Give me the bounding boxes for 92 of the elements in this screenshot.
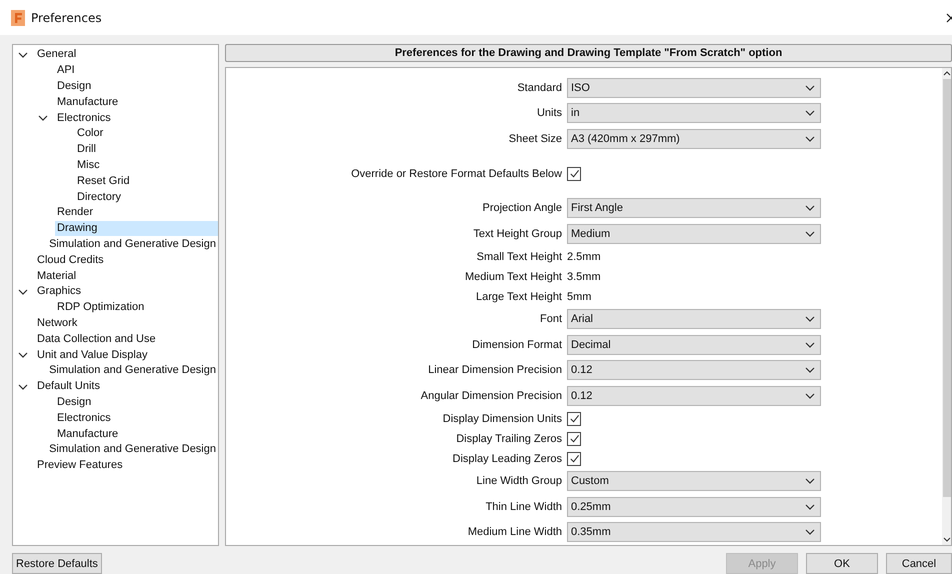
scrollbar[interactable] [942, 68, 951, 545]
setting-label: Override or Restore Format Defaults Below [350, 168, 562, 180]
dropdown[interactable]: Arial [567, 309, 821, 330]
tree-item[interactable]: Misc [75, 158, 218, 173]
setting-label: Dimension Format [471, 338, 562, 351]
caret-icon[interactable] [805, 316, 815, 322]
setting-label: Angular Dimension Precision [420, 390, 562, 402]
dropdown[interactable]: Medium [567, 224, 821, 244]
setting-label: Projection Angle [482, 202, 562, 214]
setting-label: Sheet Size [508, 132, 562, 145]
dropdown[interactable]: Custom [567, 471, 821, 492]
app-logo-icon [11, 10, 25, 26]
checkbox[interactable] [567, 452, 581, 466]
tree-item[interactable]: Default Units [35, 379, 218, 394]
panel-header: Preferences for the Drawing and Drawing Template "From Scratch" option [225, 44, 952, 62]
tree-item[interactable]: Design [55, 78, 218, 94]
tree-item[interactable]: Preview Features [35, 458, 218, 474]
setting-label: Linear Dimension Precision [427, 364, 562, 376]
chevron-icon[interactable] [38, 115, 48, 122]
caret-icon[interactable] [805, 478, 815, 484]
checkbox[interactable] [567, 412, 581, 426]
tree-item[interactable]: Drill [75, 142, 218, 158]
setting-label: Standard [516, 82, 562, 94]
caret-icon[interactable] [805, 342, 815, 348]
dialog-button[interactable]: OK [806, 553, 878, 574]
tree-item[interactable]: Design [55, 394, 218, 410]
dropdown[interactable]: 0.25mm [567, 496, 821, 517]
tree-item[interactable]: Cloud Credits [35, 252, 218, 268]
dropdown[interactable]: 0.12 [567, 386, 821, 406]
setting-label: Small Text Height [476, 250, 562, 262]
dropdown[interactable]: 0.12 [567, 360, 821, 380]
chevron-icon[interactable] [18, 52, 28, 58]
caret-icon[interactable] [805, 230, 815, 237]
caret-icon[interactable] [805, 136, 815, 142]
tree-item[interactable]: Simulation and Generative Design [47, 442, 218, 458]
tree-item[interactable]: Unit and Value Display [35, 348, 218, 363]
chevron-icon[interactable] [18, 352, 28, 358]
setting-label: Display Leading Zeros [452, 452, 562, 464]
tree-item[interactable]: Manufacture [55, 426, 218, 442]
caret-icon[interactable] [805, 392, 815, 399]
dropdown[interactable]: Decimal [567, 334, 821, 355]
caret-icon[interactable] [805, 84, 815, 91]
dropdown[interactable]: A3 (420mm x 297mm) [567, 128, 821, 149]
setting-label: Text Height Group [472, 228, 562, 240]
tree-item[interactable]: Color [75, 126, 218, 142]
caret-icon[interactable] [805, 367, 815, 374]
tree-item[interactable]: Reset Grid [75, 174, 218, 189]
caret-icon[interactable] [805, 504, 815, 510]
setting-label: Large Text Height [474, 290, 562, 302]
tree-item[interactable]: Data Collection and Use [35, 332, 218, 347]
window-title: Preferences [31, 10, 103, 24]
tree-item[interactable]: Manufacture [55, 94, 218, 110]
tree-item[interactable]: Graphics [35, 284, 218, 300]
dropdown[interactable]: First Angle [567, 198, 821, 218]
scroll-down-icon[interactable] [942, 537, 950, 542]
tree-item[interactable]: Drawing [55, 221, 218, 236]
setting-label: Medium Text Height [464, 270, 562, 282]
tree-item[interactable]: Simulation and Generative Design [47, 363, 218, 378]
setting-label: Display Dimension Units [442, 412, 562, 424]
setting-value: 2.5mm [567, 250, 601, 262]
dropdown[interactable]: in [567, 103, 821, 124]
dropdown[interactable]: ISO [567, 78, 821, 98]
setting-value: 5mm [567, 290, 592, 302]
checkbox[interactable] [567, 166, 581, 180]
setting-label: Display Trailing Zeros [455, 432, 562, 444]
tree-item[interactable]: Network [35, 316, 218, 331]
setting-label: Thin Line Width [484, 500, 562, 513]
tree-item[interactable]: Material [35, 268, 218, 284]
setting-label: Font [538, 313, 562, 326]
tree-item[interactable]: RDP Optimization [55, 300, 218, 316]
scroll-up-icon[interactable] [942, 71, 950, 76]
setting-label: Medium Line Width [466, 526, 562, 538]
tree-item[interactable]: Render [55, 205, 218, 220]
tree-item[interactable]: API [55, 63, 218, 78]
dialog-button[interactable]: Cancel [886, 553, 952, 574]
tree-item[interactable]: Directory [75, 190, 218, 205]
tree-item[interactable]: Electronics [55, 410, 218, 426]
tree-item[interactable]: Electronics [55, 110, 218, 126]
caret-icon[interactable] [805, 529, 815, 536]
checkbox[interactable] [567, 432, 581, 446]
setting-label: Units [536, 107, 562, 120]
dropdown[interactable]: 0.35mm [567, 522, 821, 542]
chevron-icon[interactable] [18, 384, 28, 390]
dialog-button[interactable]: Restore Defaults [12, 553, 102, 574]
caret-icon[interactable] [805, 205, 815, 212]
setting-value: 3.5mm [567, 270, 601, 282]
setting-label: Line Width Group [475, 475, 562, 488]
tree-item[interactable]: General [35, 47, 218, 62]
caret-icon[interactable] [805, 110, 815, 116]
chevron-icon[interactable] [18, 288, 28, 295]
tree-item[interactable]: Simulation and Generative Design [47, 236, 218, 252]
scrollbar-thumb[interactable] [942, 79, 950, 497]
